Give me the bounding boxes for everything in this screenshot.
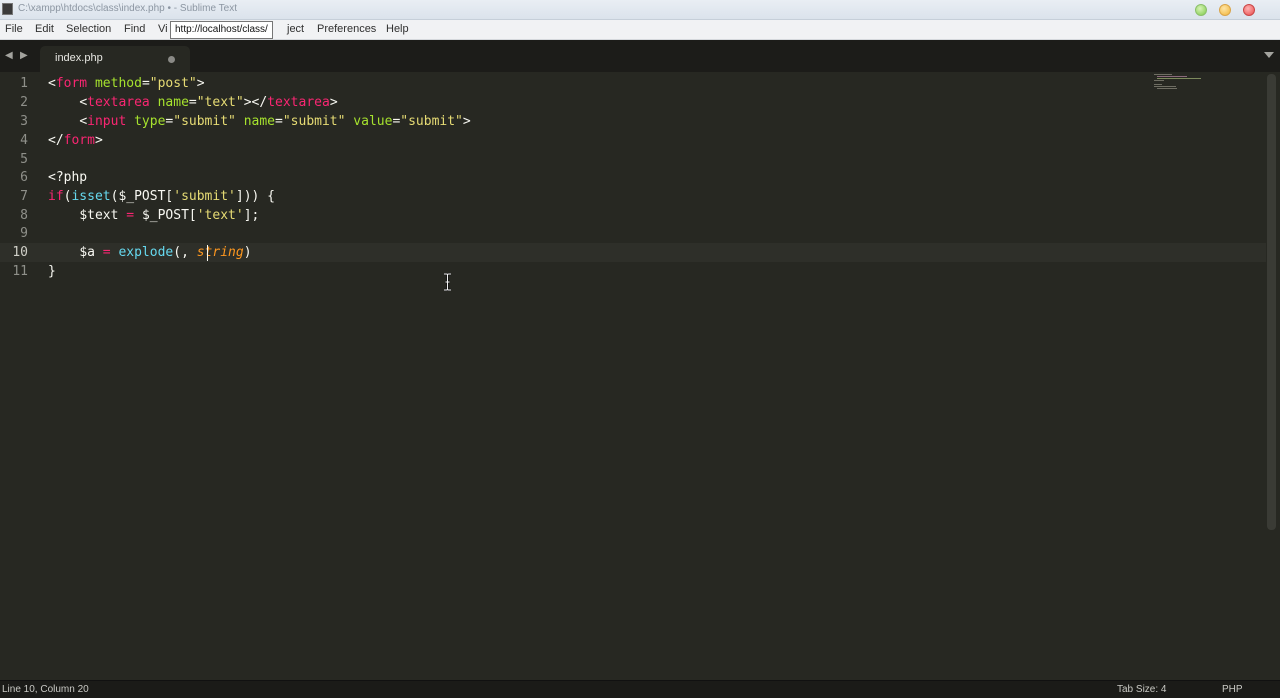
line-number: 6 — [20, 170, 28, 185]
vertical-scrollbar[interactable] — [1267, 74, 1276, 530]
tab-label: index.php — [55, 52, 103, 64]
code-line-11[interactable]: } — [48, 262, 56, 281]
unsaved-dot-icon[interactable] — [168, 56, 175, 63]
code-line-1[interactable]: <form method="post"> — [48, 74, 205, 93]
menu-help[interactable]: Help — [386, 23, 409, 35]
menu-preferences[interactable]: Preferences — [317, 23, 376, 35]
line-number-active: 10 — [12, 245, 28, 260]
line-number: 1 — [20, 76, 28, 91]
status-bar: Line 10, Column 20 Tab Size: 4 PHP — [0, 680, 1280, 698]
minimap[interactable] — [1150, 72, 1210, 92]
menu-view[interactable]: Vi — [158, 23, 168, 35]
line-number: 9 — [20, 226, 28, 241]
code-editor[interactable]: 1 2 3 4 5 6 7 8 9 10 11 <form method="po… — [0, 72, 1280, 680]
code-line-8[interactable]: $text = $_POST['text']; — [48, 206, 259, 225]
line-number: 2 — [20, 95, 28, 110]
menu-project[interactable]: ject — [287, 23, 304, 35]
code-line-7[interactable]: if(isset($_POST['submit'])) { — [48, 187, 275, 206]
menu-find[interactable]: Find — [124, 23, 145, 35]
tab-next-icon[interactable]: ▶ — [20, 51, 28, 61]
minimize-button[interactable] — [1195, 4, 1207, 16]
syntax-selector[interactable]: PHP — [1222, 684, 1243, 695]
window-title: C:\xampp\htdocs\class\index.php • - Subl… — [18, 3, 237, 14]
line-number: 11 — [12, 264, 28, 279]
close-button[interactable] — [1243, 4, 1255, 16]
url-tooltip: http://localhost/class/ — [170, 21, 273, 39]
tab-dropdown-icon[interactable] — [1264, 52, 1274, 58]
ibeam-cursor-icon — [444, 273, 451, 291]
tab-bar: ◀ ▶ index.php — [0, 40, 1280, 72]
line-number: 3 — [20, 114, 28, 129]
line-number: 7 — [20, 189, 28, 204]
maximize-button[interactable] — [1219, 4, 1231, 16]
code-line-2[interactable]: <textarea name="text"></textarea> — [48, 93, 337, 112]
title-bar: C:\xampp\htdocs\class\index.php • - Subl… — [0, 0, 1280, 20]
line-number: 5 — [20, 152, 28, 167]
line-number: 4 — [20, 133, 28, 148]
cursor-position: Line 10, Column 20 — [2, 684, 89, 695]
code-line-4[interactable]: </form> — [48, 131, 103, 150]
line-number: 8 — [20, 208, 28, 223]
menu-selection[interactable]: Selection — [66, 23, 111, 35]
code-line-3[interactable]: <input type="submit" name="submit" value… — [48, 112, 470, 131]
tab-index-php[interactable]: index.php — [40, 46, 190, 72]
text-caret — [207, 245, 208, 261]
menu-file[interactable]: File — [5, 23, 23, 35]
tab-prev-icon[interactable]: ◀ — [5, 51, 13, 61]
code-line-6[interactable]: <?php — [48, 168, 87, 187]
menu-edit[interactable]: Edit — [35, 23, 54, 35]
tab-size-selector[interactable]: Tab Size: 4 — [1117, 684, 1166, 695]
code-line-10[interactable]: $a = explode(, string) — [48, 243, 251, 262]
sublime-app-icon — [2, 3, 13, 15]
